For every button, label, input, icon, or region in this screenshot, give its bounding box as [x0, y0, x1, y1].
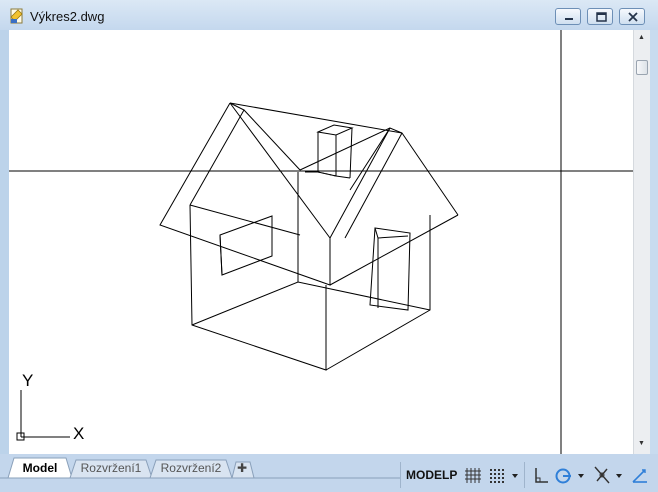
object-snap-icon[interactable] — [592, 464, 612, 486]
close-button[interactable] — [619, 8, 645, 25]
polar-tracking-icon[interactable] — [554, 464, 574, 486]
polar-dropdown-icon[interactable] — [576, 464, 586, 486]
osnap-dropdown-icon[interactable] — [614, 464, 624, 486]
scroll-down-icon[interactable]: ▼ — [638, 440, 645, 448]
close-icon — [628, 12, 638, 22]
house-wireframe — [159, 102, 459, 371]
snap-dropdown-icon[interactable] — [510, 464, 520, 486]
status-separator — [400, 462, 401, 488]
snap-mode-icon[interactable] — [488, 464, 506, 486]
add-layout-icon[interactable]: ✚ — [232, 460, 252, 476]
tab-rozvrzeni2[interactable]: Rozvržení2 — [156, 459, 226, 477]
vertical-scrollbar[interactable]: ▲ ▼ — [633, 30, 650, 454]
model-space-toggle[interactable]: MODELP — [406, 468, 457, 482]
ucs-y-label: Y — [22, 371, 33, 390]
scroll-up-icon[interactable]: ▲ — [638, 34, 645, 42]
model-viewport[interactable]: Y X — [9, 30, 633, 454]
title-bar[interactable]: Výkres2.dwg — [0, 0, 658, 30]
tab-rozvrzeni1[interactable]: Rozvržení1 — [76, 459, 146, 477]
dynamic-ucs-icon[interactable] — [630, 464, 650, 486]
restore-icon — [596, 12, 607, 22]
ucs-icon — [16, 390, 70, 441]
crosshair-cursor — [9, 30, 633, 454]
scroll-thumb[interactable] — [636, 60, 648, 75]
restore-button[interactable] — [587, 8, 613, 25]
grid-display-icon[interactable] — [464, 464, 482, 486]
ucs-x-label: X — [73, 424, 84, 443]
drawing-window: Výkres2.dwg Y X ▲ ▼ Model Rozvržení1 Roz… — [0, 0, 658, 492]
window-frame-right — [650, 30, 658, 454]
drawing-canvas[interactable]: Y X — [9, 30, 633, 454]
tab-model[interactable]: Model — [14, 459, 66, 477]
minimize-button[interactable] — [555, 8, 581, 25]
dwg-file-icon — [10, 8, 23, 24]
status-separator — [524, 462, 525, 488]
window-title: Výkres2.dwg — [30, 9, 105, 24]
minimize-icon — [565, 18, 573, 20]
ortho-mode-icon[interactable] — [532, 464, 550, 486]
